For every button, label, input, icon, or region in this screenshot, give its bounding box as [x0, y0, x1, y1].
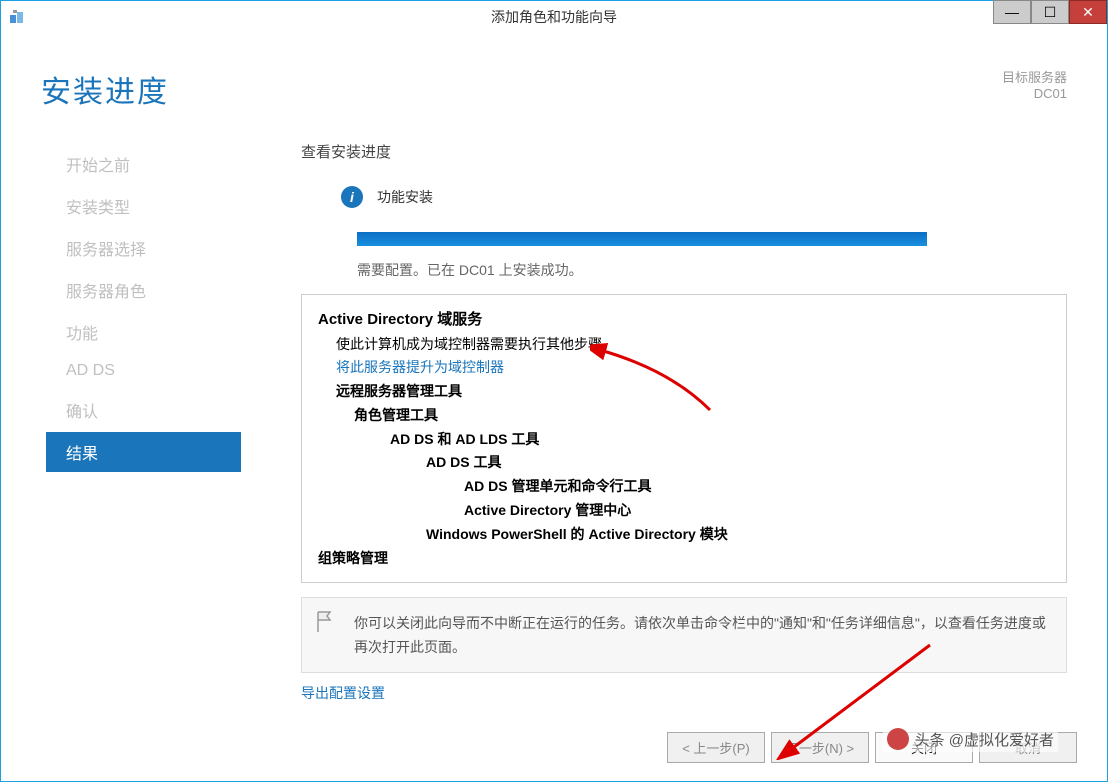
info-icon: i [341, 186, 363, 208]
header-row: 安装进度 目标服务器 DC01 [1, 32, 1107, 119]
view-title: 查看安装进度 [301, 141, 1067, 162]
target-server-name: DC01 [1002, 86, 1067, 101]
target-server: 目标服务器 DC01 [1002, 67, 1067, 101]
minimize-button[interactable]: — [993, 0, 1031, 24]
main: 查看安装进度 i 功能安装 需要配置。已在 DC01 上安装成功。 Active… [241, 129, 1107, 720]
sidebar-item-features: 功能 [56, 312, 241, 352]
flag-icon [316, 610, 334, 634]
window-controls: — ☐ ✕ [993, 1, 1107, 24]
app-icon [9, 9, 25, 25]
watermark: 头条 @虚拟化爱好者 [883, 726, 1058, 752]
maximize-button[interactable]: ☐ [1031, 0, 1069, 24]
adds-snapins-heading: AD DS 管理单元和命令行工具 [464, 475, 1050, 499]
prev-button: < 上一步(P) [667, 732, 765, 763]
note-text: 你可以关闭此向导而不中断正在运行的任务。请依次单击命令栏中的"通知"和"任务详细… [354, 612, 1050, 660]
adds-tools-heading: AD DS 工具 [426, 451, 1050, 475]
content-row: 开始之前 安装类型 服务器选择 服务器角色 功能 AD DS 确认 结果 查看安… [1, 119, 1107, 720]
install-info-text: 功能安装 [377, 187, 433, 207]
window-body: 安装进度 目标服务器 DC01 开始之前 安装类型 服务器选择 服务器角色 功能… [0, 32, 1108, 782]
status-line: 需要配置。已在 DC01 上安装成功。 [357, 260, 1067, 280]
install-info-row: i 功能安装 [341, 186, 1067, 208]
next-button: 下一步(N) > [771, 732, 869, 763]
window-title: 添加角色和功能向导 [491, 7, 617, 27]
sidebar-item-before-begin: 开始之前 [56, 144, 241, 184]
note-box: 你可以关闭此向导而不中断正在运行的任务。请依次单击命令栏中的"通知"和"任务详细… [301, 597, 1067, 673]
results-subtext: 使此计算机成为域控制器需要执行其他步骤。 [336, 333, 1050, 357]
sidebar-item-server-selection: 服务器选择 [56, 228, 241, 268]
promote-dc-link[interactable]: 将此服务器提升为域控制器 [336, 356, 1050, 380]
role-tools-heading: 角色管理工具 [354, 404, 1050, 428]
results-heading: Active Directory 域服务 [318, 307, 1050, 333]
adds-adlds-heading: AD DS 和 AD LDS 工具 [390, 428, 1050, 452]
remote-tools-heading: 远程服务器管理工具 [336, 380, 1050, 404]
page-title: 安装进度 [41, 67, 169, 111]
watermark-avatar-icon [887, 728, 909, 750]
sidebar-item-confirmation: 确认 [56, 390, 241, 430]
sidebar-item-adds: AD DS [56, 354, 241, 388]
ad-admin-center-heading: Active Directory 管理中心 [464, 499, 1050, 523]
gpm-heading: 组策略管理 [318, 547, 1050, 571]
sidebar: 开始之前 安装类型 服务器选择 服务器角色 功能 AD DS 确认 结果 [1, 129, 241, 720]
export-config-link[interactable]: 导出配置设置 [301, 683, 1067, 703]
target-server-label: 目标服务器 [1002, 67, 1067, 86]
titlebar: 添加角色和功能向导 — ☐ ✕ [0, 0, 1108, 32]
progress-bar [357, 232, 927, 246]
watermark-text: 头条 @虚拟化爱好者 [915, 729, 1054, 750]
close-button[interactable]: ✕ [1069, 0, 1107, 24]
results-box: Active Directory 域服务 使此计算机成为域控制器需要执行其他步骤… [301, 294, 1067, 583]
ps-module-heading: Windows PowerShell 的 Active Directory 模块 [426, 523, 1050, 547]
sidebar-item-install-type: 安装类型 [56, 186, 241, 226]
sidebar-item-server-roles: 服务器角色 [56, 270, 241, 310]
sidebar-item-results[interactable]: 结果 [46, 432, 241, 472]
